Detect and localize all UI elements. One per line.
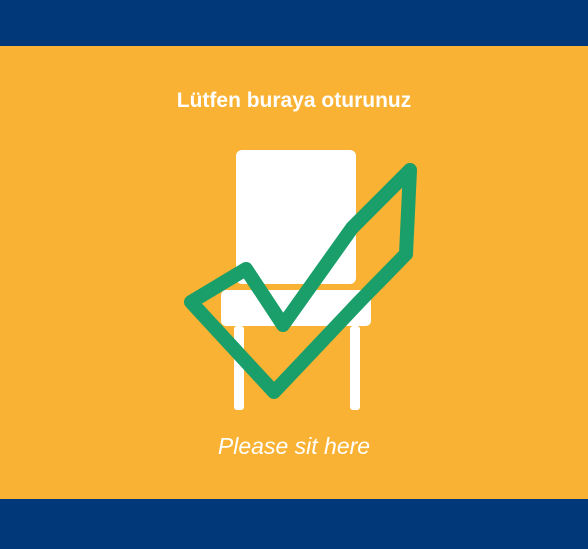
chair-leg-right	[350, 326, 360, 410]
bottom-band	[0, 499, 588, 549]
chair-backrest	[236, 150, 356, 284]
pictogram	[184, 150, 417, 410]
sign-subtitle: Please sit here	[217, 433, 371, 459]
seat-sign: Lütfen buraya oturunuz Please sit here	[0, 0, 588, 549]
